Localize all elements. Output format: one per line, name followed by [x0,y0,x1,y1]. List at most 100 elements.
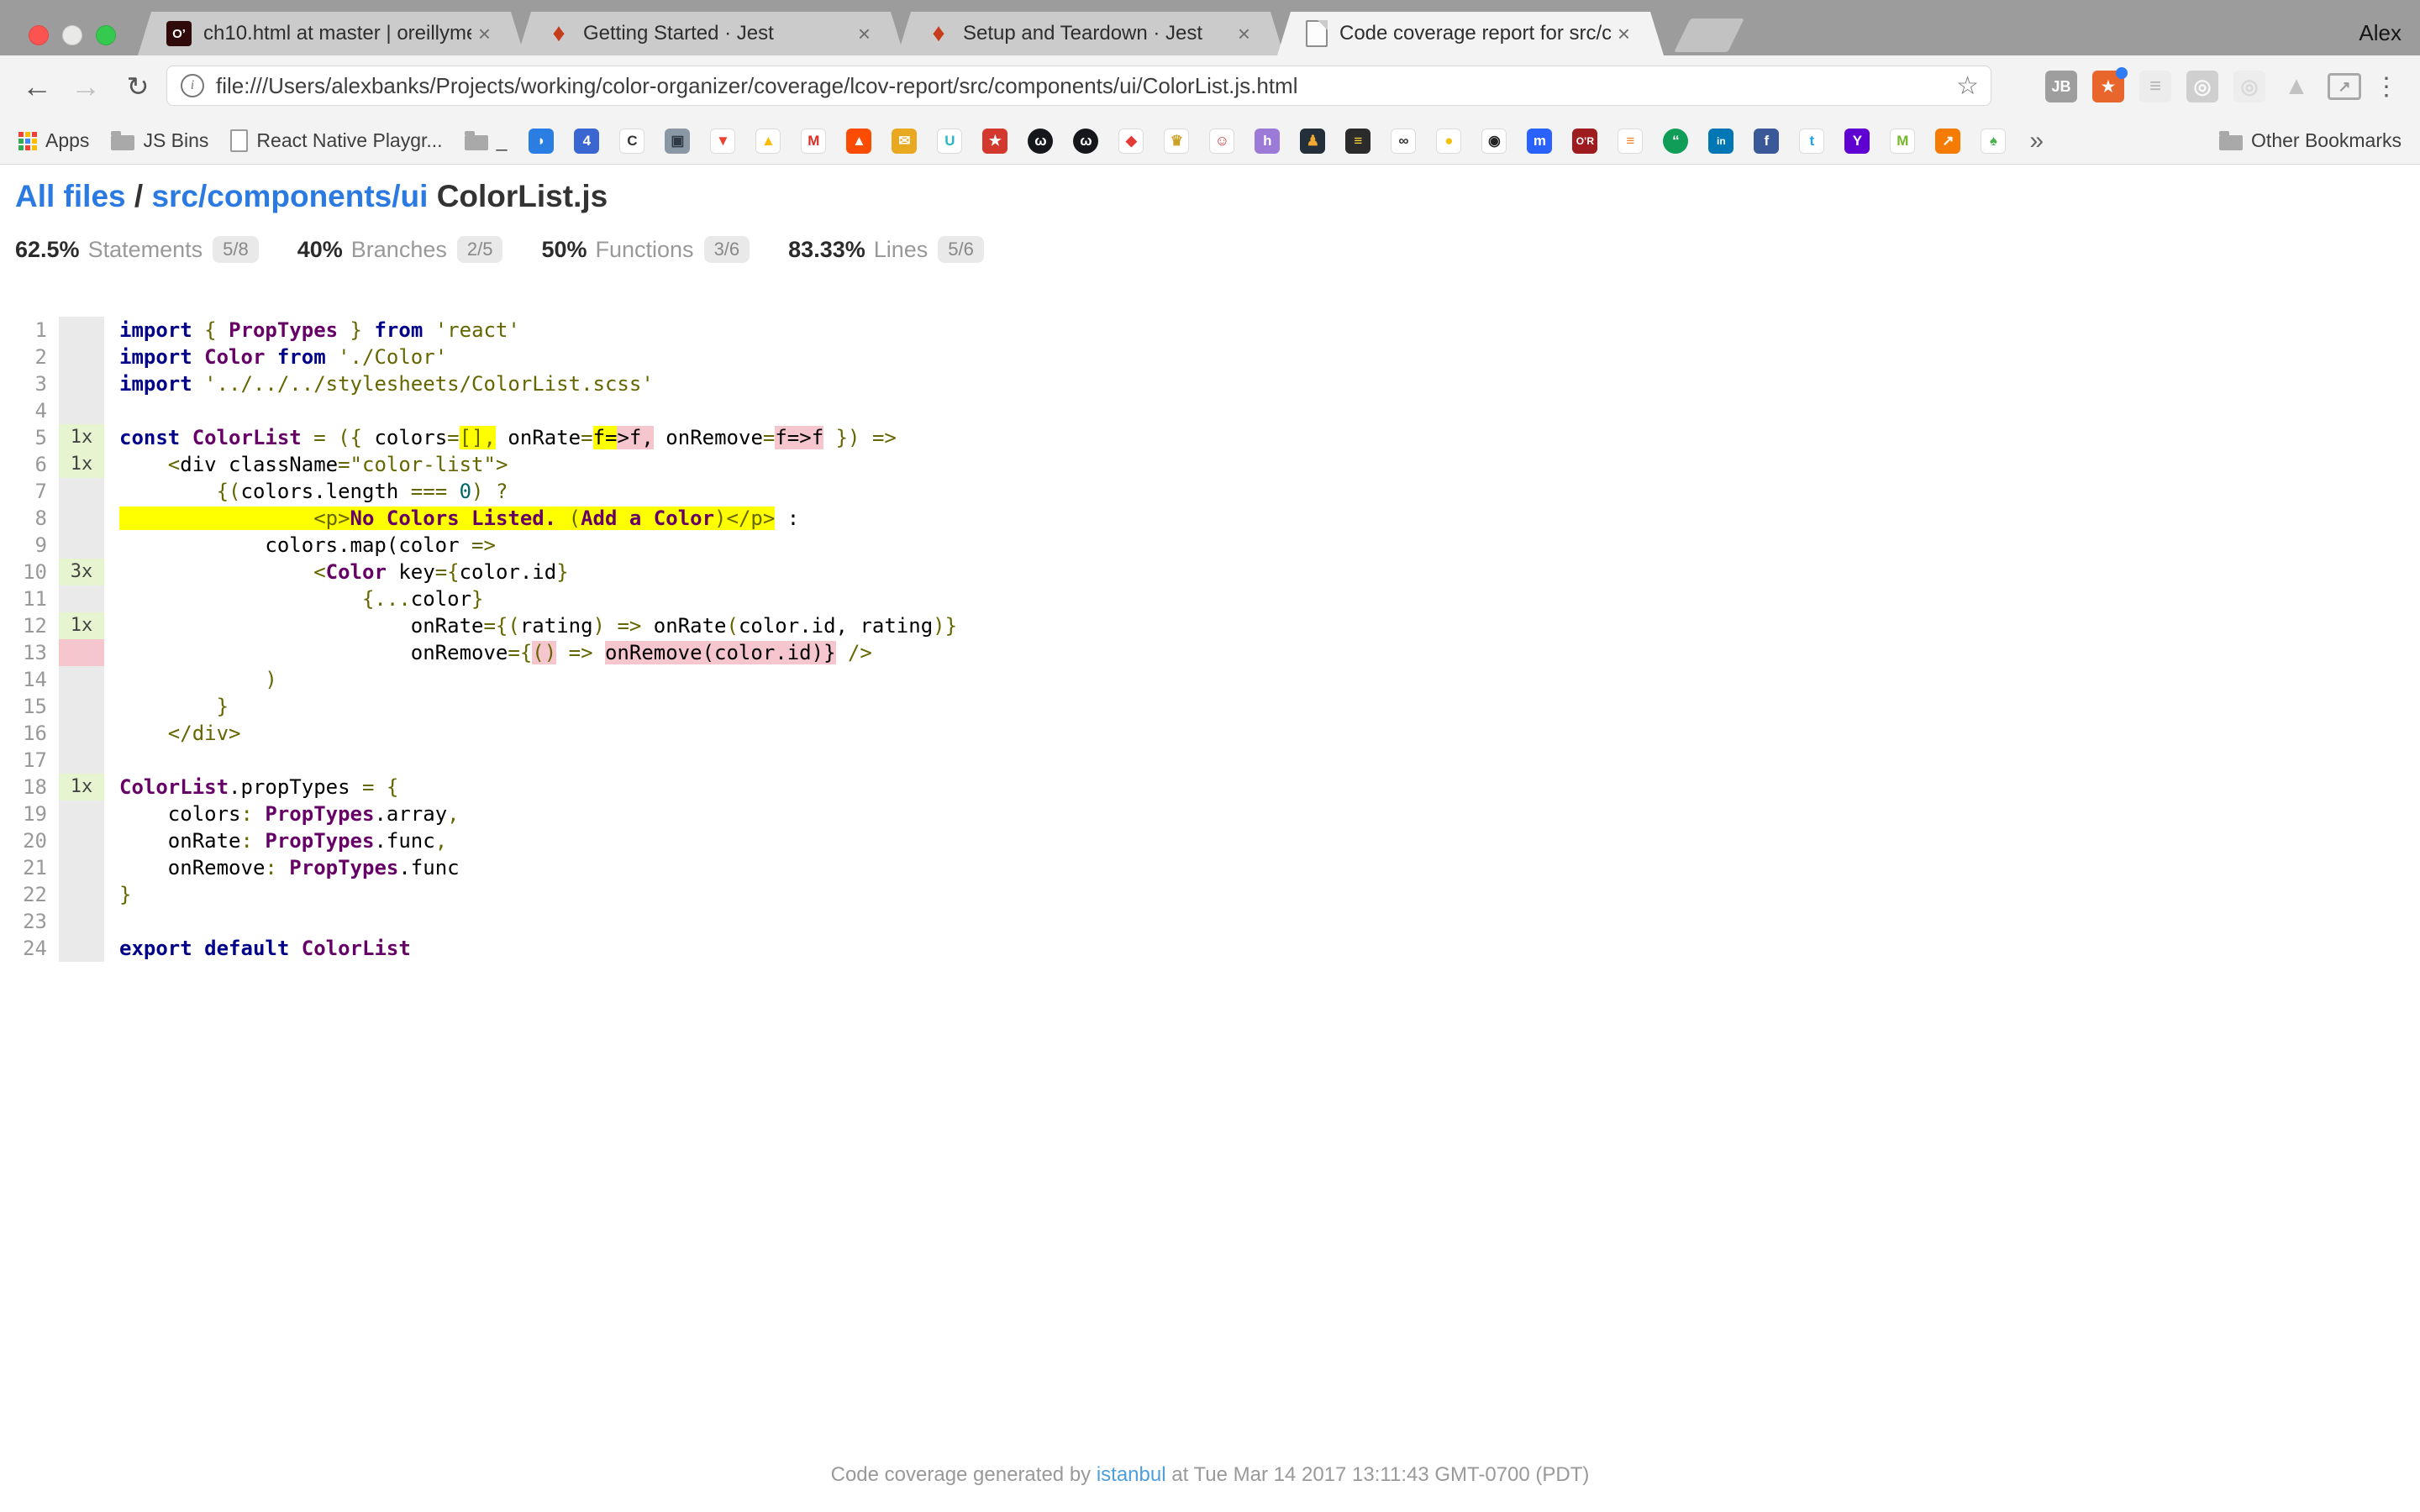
line-number[interactable]: 8 [0,505,59,532]
tab-close-icon[interactable]: × [478,21,491,47]
stackoverflow-favicon[interactable]: ≡ [1618,129,1643,154]
hangouts-favicon[interactable]: “ [1663,129,1688,154]
line-number[interactable]: 10 [0,559,59,585]
github-2-favicon[interactable]: ω [1073,129,1098,154]
egghead-favicon[interactable]: ◉ [1481,129,1507,154]
egg-glasses-favicon[interactable]: ∞ [1391,129,1416,154]
calendar-favicon[interactable]: 4 [574,129,599,154]
wunderlist-icon[interactable]: ★ [2092,71,2124,102]
line-number[interactable]: 2 [0,344,59,370]
profile-name[interactable]: Alex [2359,20,2402,46]
hexagon-favicon[interactable]: ● [1436,129,1461,154]
red-diamond-favicon[interactable]: ◆ [1118,129,1144,154]
envelope-favicon[interactable]: ✉ [892,129,917,154]
other-bookmarks-button[interactable]: Other Bookmarks [2219,129,2402,152]
doc-icon[interactable]: ≡ [2139,71,2171,102]
code-token: onRemove [119,641,508,664]
line-number[interactable]: 3 [0,370,59,397]
forward-icon[interactable]: → [64,55,108,118]
line-number[interactable]: 21 [0,854,59,881]
line-number[interactable]: 13 [0,639,59,666]
cast-icon[interactable]: ↗ [2328,73,2361,100]
jsbin-icon[interactable]: JB [2045,71,2077,102]
tab-close-icon[interactable]: × [858,21,871,47]
yahoo-favicon[interactable]: Y [1844,129,1870,154]
react-devtools-disabled-icon[interactable]: ◎ [2233,71,2265,102]
line-number[interactable]: 4 [0,397,59,424]
bookmarks-overflow-chevron[interactable]: » [2029,127,2044,155]
minimize-window-button[interactable] [62,25,82,45]
react-devtools-icon[interactable]: ◎ [2186,71,2218,102]
line-number[interactable]: 1 [0,317,59,344]
builder-face-favicon[interactable]: ☺ [1209,129,1234,154]
reload-icon[interactable]: ↻ [116,55,160,118]
address-bar[interactable]: i file:///Users/alexbanks/Projects/worki… [166,66,1991,106]
m-green-favicon[interactable]: M [1890,129,1915,154]
close-window-button[interactable] [29,25,49,45]
c-app-favicon[interactable]: C [619,129,644,154]
breadcrumb-link[interactable]: All files [15,179,126,213]
line-number[interactable]: 20 [0,827,59,854]
back-icon[interactable]: ← [15,55,59,118]
analytics-favicon[interactable]: ↗ [1935,129,1960,154]
code-token: .array [374,802,447,826]
line-number[interactable]: 12 [0,612,59,639]
bookmark-item-apps[interactable]: Apps [18,129,89,152]
bookmark-item--[interactable]: _ [465,129,508,152]
line-number[interactable]: 19 [0,801,59,827]
line-number[interactable]: 6 [0,451,59,478]
u-pencil-favicon[interactable]: U [937,129,962,154]
leaf-favicon[interactable]: ♠ [1981,129,2006,154]
line-number[interactable]: 7 [0,478,59,505]
breadcrumb-link[interactable]: src/components/ui [151,179,428,213]
bookmark-star-icon[interactable]: ☆ [1956,71,1979,101]
heroku-favicon[interactable]: h [1255,129,1280,154]
google-maps-favicon[interactable]: ▼ [710,129,735,154]
oreilly-favicon[interactable]: O’R [1572,129,1597,154]
tab-3[interactable]: ♦Setup and Teardown · Jest× [897,12,1284,55]
tab-4[interactable]: Code coverage report for src/c× [1277,12,1664,55]
line-number[interactable]: 17 [0,747,59,774]
tab-close-icon[interactable]: × [1238,21,1250,47]
tab-1[interactable]: O’ch10.html at master | oreillyme× [138,12,524,55]
line-number[interactable]: 15 [0,693,59,720]
new-tab-button[interactable] [1674,18,1744,52]
stat-statements: 62.5%Statements5/8 [15,236,259,263]
line-coverage-cell [59,639,104,666]
robot-favicon[interactable]: ▣ [665,129,690,154]
github-favicon[interactable]: ω [1028,129,1053,154]
line-number[interactable]: 11 [0,585,59,612]
google-drive-favicon[interactable]: ▲ [755,129,781,154]
medium-favicon[interactable]: m [1527,129,1552,154]
bookmark-item-react-native-playgr-[interactable]: React Native Playgr... [230,129,442,152]
linkedin-favicon[interactable]: in [1708,129,1733,154]
page-info-icon[interactable]: i [181,74,204,97]
code-token: colors [374,426,447,449]
strava-favicon[interactable]: ▲ [846,129,871,154]
line-number[interactable]: 16 [0,720,59,747]
line-number[interactable]: 9 [0,532,59,559]
twitter-favicon[interactable]: t [1799,129,1824,154]
code-line: </div> [119,720,241,747]
line-number[interactable]: 5 [0,424,59,451]
battery-favicon[interactable]: ≡ [1345,129,1370,154]
person-dark-favicon[interactable]: ♟ [1300,129,1325,154]
facebook-favicon[interactable]: f [1754,129,1779,154]
zoom-window-button[interactable] [96,25,116,45]
line-number[interactable]: 22 [0,881,59,908]
line-number[interactable]: 24 [0,935,59,962]
tab-close-icon[interactable]: × [1618,21,1630,47]
browser-menu-icon[interactable]: ⋮ [2370,55,2403,118]
gold-crest-favicon[interactable]: ♛ [1164,129,1189,154]
bookmark-item-js-bins[interactable]: JS Bins [111,129,208,152]
gmail-favicon[interactable]: M [801,129,826,154]
line-number[interactable]: 23 [0,908,59,935]
wunderlist-star-favicon[interactable]: ★ [982,129,1007,154]
tab-2[interactable]: ♦Getting Started · Jest× [518,12,904,55]
url-text[interactable]: file:///Users/alexbanks/Projects/working… [216,73,1956,99]
istanbul-link[interactable]: istanbul [1097,1463,1166,1486]
line-number[interactable]: 18 [0,774,59,801]
line-number[interactable]: 14 [0,666,59,693]
drive-icon[interactable]: ▲ [2281,71,2312,102]
blue-crescent-favicon[interactable]: ◗ [529,129,554,154]
